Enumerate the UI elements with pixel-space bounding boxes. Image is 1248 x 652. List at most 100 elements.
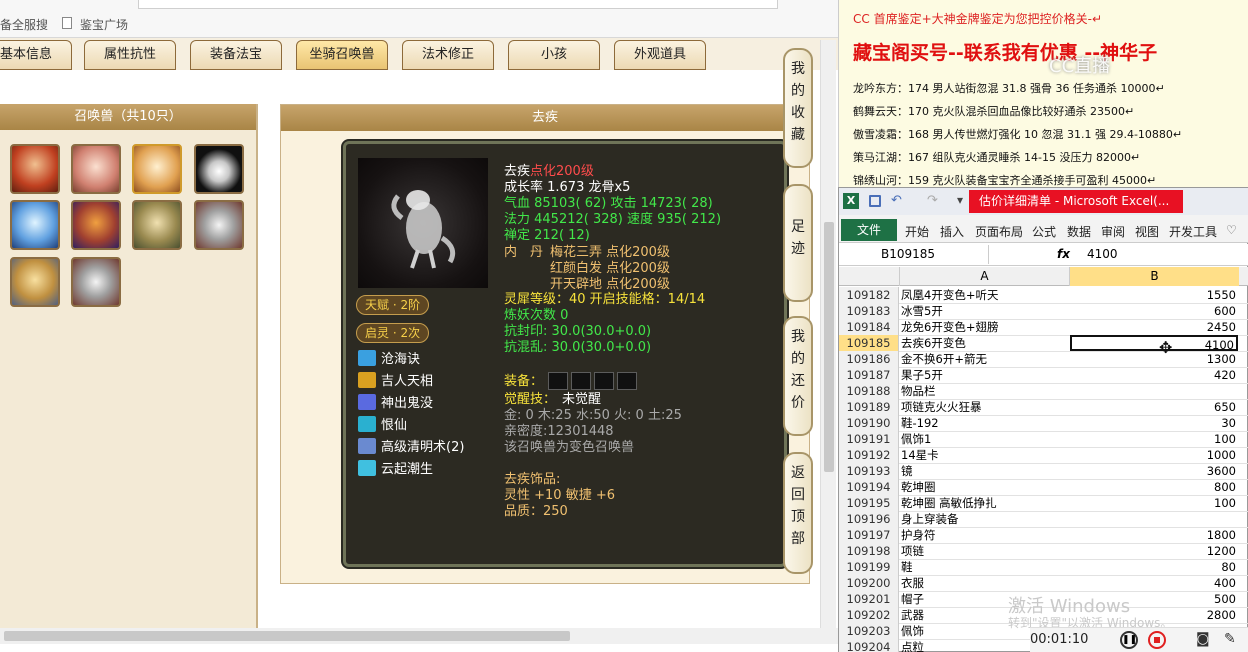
pet-avatar-6[interactable] <box>71 200 121 250</box>
horizontal-scrollbar[interactable] <box>0 628 838 644</box>
camera-icon[interactable]: ◙ <box>1196 631 1210 647</box>
cell-b[interactable]: 1300 <box>1070 351 1238 367</box>
formula-input[interactable]: 4100 <box>1087 245 1247 264</box>
cell-b[interactable]: 3600 <box>1070 463 1238 479</box>
my-offer-button[interactable]: 我的还价 <box>783 316 813 436</box>
row-number[interactable]: 109182 <box>839 287 899 303</box>
cell-a[interactable]: 乾坤圈 高敏低挣扎 <box>901 495 1069 511</box>
row-number[interactable]: 109193 <box>839 463 899 479</box>
cell-a[interactable]: 物品栏 <box>901 383 1069 399</box>
row-number[interactable]: 109186 <box>839 351 899 367</box>
cell-a[interactable]: 乾坤圈 <box>901 479 1069 495</box>
row-number[interactable]: 109184 <box>839 319 899 335</box>
file-menu[interactable]: 文件 <box>841 219 897 241</box>
row-number[interactable]: 109185 <box>839 335 899 351</box>
cell-a[interactable]: 金不换6开+箭无 <box>901 351 1069 367</box>
equip-slot-1[interactable] <box>548 372 568 390</box>
skill-icon[interactable] <box>358 350 376 366</box>
row-number[interactable]: 109196 <box>839 511 899 527</box>
tab-mounts-summons[interactable]: 坐骑召唤兽 <box>296 40 388 70</box>
cell-b[interactable]: 100 <box>1070 431 1238 447</box>
skill-icon[interactable] <box>358 372 376 388</box>
ribbon-tab-formulas[interactable]: 公式 <box>1032 223 1056 240</box>
footprint-button[interactable]: 足迹 <box>783 184 813 302</box>
equip-slot-3[interactable] <box>594 372 614 390</box>
tab-attributes[interactable]: 属性抗性 <box>84 40 176 70</box>
name-box[interactable]: B109185 <box>839 245 989 264</box>
pet-avatar-2[interactable] <box>71 144 121 194</box>
ribbon-collapse-icon[interactable]: ♡ <box>1226 223 1237 237</box>
cell-a[interactable]: 龙免6开变色+翅膀 <box>901 319 1069 335</box>
cell-a[interactable]: 果子5开 <box>901 367 1069 383</box>
tab-equipment[interactable]: 装备法宝 <box>190 40 282 70</box>
row-number[interactable]: 109188 <box>839 383 899 399</box>
cell-a[interactable]: 衣服 <box>901 575 1069 591</box>
cell-a[interactable]: 14星卡 <box>901 447 1069 463</box>
row-number[interactable]: 109195 <box>839 495 899 511</box>
cell-b[interactable]: 420 <box>1070 367 1238 383</box>
cell-b[interactable]: 80 <box>1070 559 1238 575</box>
cell-a[interactable]: 项链克火火狂暴 <box>901 399 1069 415</box>
tab-appearance[interactable]: 外观道具 <box>614 40 706 70</box>
cell-b[interactable]: 2450 <box>1070 319 1238 335</box>
equip-slot-2[interactable] <box>571 372 591 390</box>
pet-avatar-9[interactable] <box>10 257 60 307</box>
vertical-scrollbar[interactable] <box>820 40 836 630</box>
cell-a[interactable]: 镜 <box>901 463 1069 479</box>
cell-b[interactable] <box>1070 383 1238 399</box>
pet-avatar-5[interactable] <box>10 200 60 250</box>
ribbon-tab-insert[interactable]: 插入 <box>940 223 964 240</box>
pet-avatar-1[interactable] <box>10 144 60 194</box>
row-number[interactable]: 109191 <box>839 431 899 447</box>
cell-b[interactable]: 650 <box>1070 399 1238 415</box>
cell-a[interactable]: 凤凰4开变色+听天 <box>901 287 1069 303</box>
ribbon-tab-home[interactable]: 开始 <box>905 223 929 240</box>
tab-spells[interactable]: 法术修正 <box>402 40 494 70</box>
cell-b[interactable]: 1200 <box>1070 543 1238 559</box>
pet-avatar-10[interactable] <box>71 257 121 307</box>
back-to-top-button[interactable]: 返回顶部 <box>783 452 813 574</box>
horizontal-scroll-thumb[interactable] <box>4 631 570 641</box>
row-number[interactable]: 109183 <box>839 303 899 319</box>
fx-icon[interactable]: fx <box>1057 247 1070 261</box>
cell-b[interactable]: 1550 <box>1070 287 1238 303</box>
cell-a[interactable]: 身上穿装备 <box>901 511 1069 527</box>
bookmark-item-1[interactable]: 备全服搜 <box>0 16 48 33</box>
skill-icon[interactable] <box>358 416 376 432</box>
cell-a[interactable]: 鞋 <box>901 559 1069 575</box>
quick-access-dropdown-icon[interactable]: ▾ <box>957 193 963 207</box>
row-number[interactable]: 109204 <box>839 639 899 652</box>
ribbon-tab-data[interactable]: 数据 <box>1067 223 1091 240</box>
row-number[interactable]: 109198 <box>839 543 899 559</box>
pen-icon[interactable]: ✎ <box>1224 631 1236 647</box>
row-number[interactable]: 109199 <box>839 559 899 575</box>
vertical-scroll-thumb[interactable] <box>824 222 834 472</box>
row-number[interactable]: 109203 <box>839 623 899 639</box>
my-favorites-button[interactable]: 我的收藏 <box>783 48 813 168</box>
cell-b[interactable]: 30 <box>1070 415 1238 431</box>
cell-a[interactable]: 护身符 <box>901 527 1069 543</box>
pause-icon[interactable]: ❚❚ <box>1120 631 1138 649</box>
selected-cell[interactable]: 4100 <box>1070 335 1238 352</box>
stop-icon[interactable] <box>1148 631 1166 649</box>
tab-basic-info[interactable]: 基本信息 <box>0 40 72 70</box>
row-number[interactable]: 109202 <box>839 607 899 623</box>
column-header-b[interactable]: B <box>1069 267 1239 286</box>
row-number[interactable]: 109189 <box>839 399 899 415</box>
pet-avatar-4[interactable] <box>194 144 244 194</box>
ribbon-tab-layout[interactable]: 页面布局 <box>975 223 1023 240</box>
row-number[interactable]: 109197 <box>839 527 899 543</box>
cell-a[interactable]: 去疾6开变色 <box>901 335 1069 351</box>
skill-icon[interactable] <box>358 394 376 410</box>
cell-b[interactable] <box>1070 511 1238 527</box>
cell-b[interactable]: 400 <box>1070 575 1238 591</box>
row-number[interactable]: 109194 <box>839 479 899 495</box>
address-bar[interactable] <box>138 0 778 9</box>
column-header-a[interactable]: A <box>899 267 1069 286</box>
cell-b[interactable]: 600 <box>1070 303 1238 319</box>
skill-icon[interactable] <box>358 460 376 476</box>
equip-slot-4[interactable] <box>617 372 637 390</box>
ribbon-tab-developer[interactable]: 开发工具 <box>1169 223 1217 240</box>
row-number[interactable]: 109201 <box>839 591 899 607</box>
skill-icon[interactable] <box>358 438 376 454</box>
